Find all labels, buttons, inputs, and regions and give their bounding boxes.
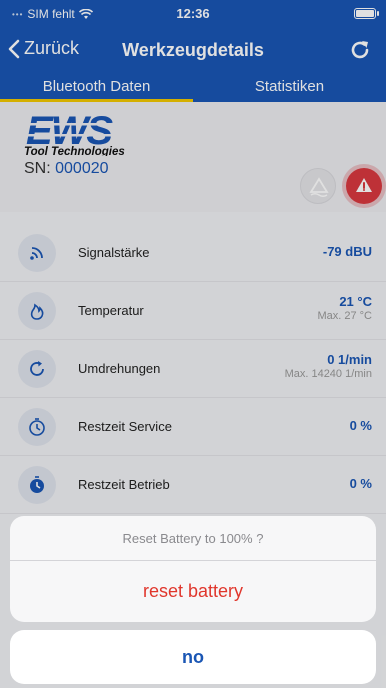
service-warning-icon[interactable]: [346, 168, 382, 204]
list-item: Signalstärke -79 dBU: [0, 224, 386, 282]
device-header: EWS Tool Technologies SN: 000020: [0, 102, 386, 212]
tab-bluetooth-data[interactable]: Bluetooth Daten: [0, 74, 193, 102]
metric-value: 0 1/min: [327, 352, 372, 367]
metric-label: Signalstärke: [78, 245, 150, 260]
serial-number-label: SN:: [24, 160, 51, 177]
metric-value: 21 °C: [339, 294, 372, 309]
refresh-icon[interactable]: [348, 38, 372, 62]
no-button[interactable]: no: [10, 630, 376, 684]
metric-label: Umdrehungen: [78, 361, 161, 376]
list-item: Temperatur 21 °C Max. 27 °C: [0, 282, 386, 340]
wrench-warning-icon: [356, 178, 372, 192]
metric-value: 0 %: [349, 476, 372, 491]
timer-service-icon: [18, 408, 56, 446]
list-item: Umdrehungen 0 1/min Max. 14240 1/min: [0, 340, 386, 398]
back-button[interactable]: Zurück: [8, 38, 79, 59]
battery-icon: [354, 8, 379, 19]
serial-number: SN: 000020: [24, 160, 109, 178]
rotation-icon: [18, 350, 56, 388]
list-item: Restzeit Betrieb 0 %: [0, 456, 386, 514]
cancel-sheet: no: [10, 630, 376, 684]
svg-text:Tool Technologies: Tool Technologies: [24, 146, 125, 156]
metric-value: 0 %: [349, 418, 372, 433]
tool-status-icon[interactable]: [300, 168, 336, 204]
tab-statistics[interactable]: Statistiken: [193, 74, 386, 102]
ews-logo: EWS Tool Technologies: [24, 109, 156, 161]
metrics-list: Signalstärke -79 dBU Temperatur 21 °C Ma…: [0, 224, 386, 514]
ews-logo-mark: EWS Tool Technologies: [24, 109, 156, 158]
serial-number-value: 000020: [55, 160, 109, 177]
warning-coolant-icon: [309, 177, 329, 197]
reset-battery-button[interactable]: reset battery: [10, 561, 376, 622]
flame-icon: [18, 292, 56, 330]
back-label: Zurück: [24, 38, 80, 58]
status-bar: ••• SIM fehlt 12:36: [0, 0, 386, 28]
metric-max: Max. 14240 1/min: [284, 368, 372, 380]
action-sheet-message: Reset Battery to 100% ?: [10, 516, 376, 561]
timer-operation-icon: [18, 466, 56, 504]
signal-icon: [18, 234, 56, 272]
chevron-left-icon: [8, 39, 20, 58]
tab-bar: Bluetooth Daten Statistiken: [0, 74, 386, 102]
metric-label: Restzeit Betrieb: [78, 477, 170, 492]
metric-label: Temperatur: [78, 303, 144, 318]
list-item: Restzeit Service 0 %: [0, 398, 386, 456]
metric-label: Restzeit Service: [78, 419, 172, 434]
navigation-bar: Zurück Werkzeugdetails: [0, 28, 386, 74]
metric-value: -79 dBU: [322, 244, 372, 259]
clock: 12:36: [176, 6, 210, 21]
action-sheet: Reset Battery to 100% ? reset battery: [10, 516, 376, 622]
metric-max: Max. 27 °C: [317, 310, 372, 322]
